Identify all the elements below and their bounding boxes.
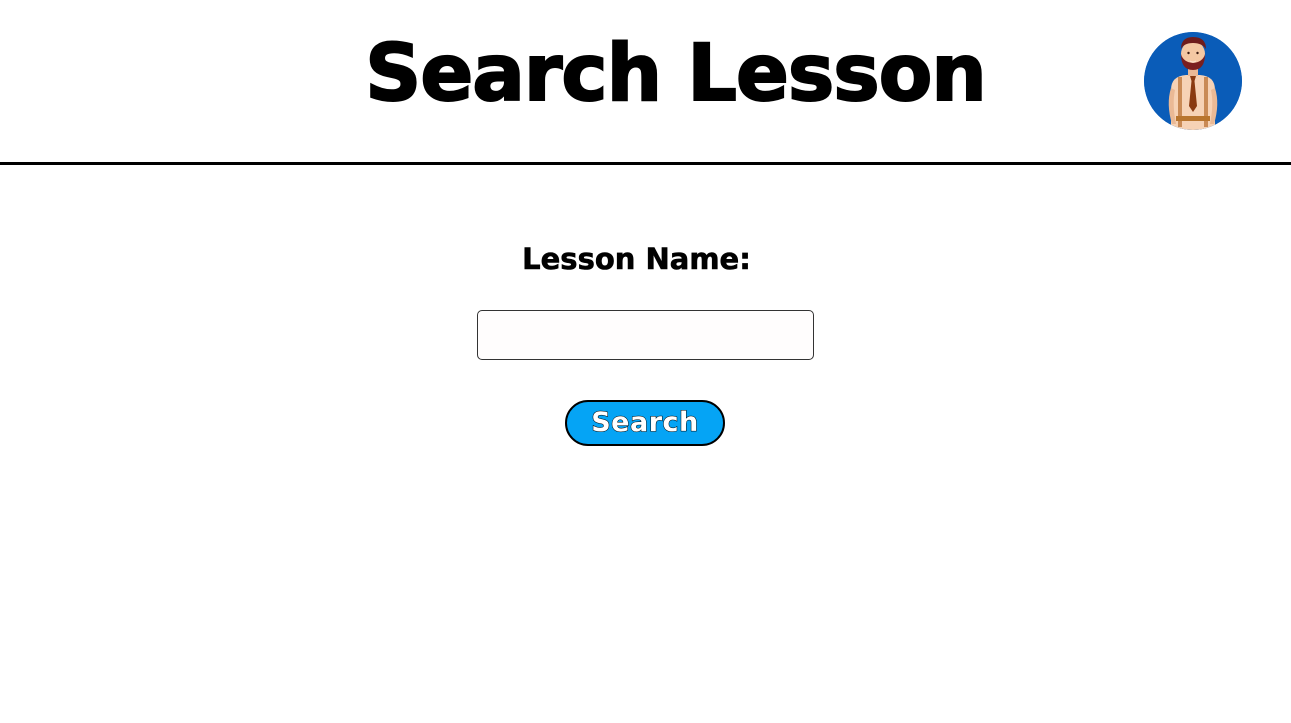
- search-button[interactable]: Search: [565, 400, 725, 446]
- avatar-illustration: [1144, 32, 1242, 130]
- search-lesson-page: Search Lesson Lesson Name: Search: [0, 0, 1291, 723]
- lesson-name-label: Lesson Name:: [522, 242, 751, 277]
- lesson-name-input[interactable]: [477, 310, 814, 360]
- user-avatar-icon[interactable]: [1144, 32, 1242, 130]
- page-header: Search Lesson: [0, 0, 1291, 165]
- page-title: Search Lesson: [364, 28, 988, 120]
